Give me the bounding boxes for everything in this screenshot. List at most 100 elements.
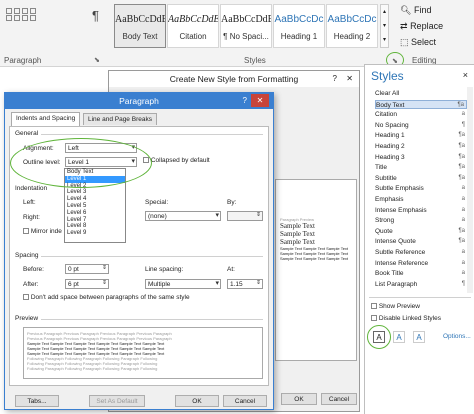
style-item[interactable]: Citation a xyxy=(375,110,467,119)
outline-option[interactable]: Level 4 xyxy=(65,196,125,203)
options-link[interactable]: Options... xyxy=(443,333,471,340)
style-gallery-heading-2[interactable]: AaBbCcDc Heading 2 xyxy=(326,4,378,48)
outline-option[interactable]: Level 6 xyxy=(65,210,125,217)
tab-line-page-breaks[interactable]: Line and Page Breaks xyxy=(83,113,157,125)
style-item[interactable]: Title ¶a xyxy=(375,163,467,172)
style-item-label: Strong xyxy=(375,217,395,225)
style-item-label: Subtle Emphasis xyxy=(375,185,424,193)
style-item[interactable]: Quote ¶a xyxy=(375,227,467,236)
style-item[interactable]: Subtitle ¶a xyxy=(375,174,467,183)
replace-button[interactable]: ⇄ Replace xyxy=(400,21,443,32)
style-item-label: List Paragraph xyxy=(375,280,418,288)
style-type-icon: a xyxy=(461,249,465,255)
dont-add-space-checkbox[interactable]: Don't add space between paragraphs of th… xyxy=(23,294,190,301)
style-item[interactable]: Heading 1 ¶a xyxy=(375,131,467,140)
style-item[interactable]: Subtle Emphasis a xyxy=(375,184,467,193)
set-as-default-button[interactable]: Set As Default xyxy=(89,395,145,407)
tab-indents-spacing[interactable]: Indents and Spacing xyxy=(11,112,81,126)
style-item[interactable]: Clear All xyxy=(375,89,467,98)
style-type-icon: ¶a xyxy=(458,132,465,139)
close-icon[interactable]: ✕ xyxy=(251,94,269,107)
select-icon: ⬚ xyxy=(400,37,409,47)
outline-option[interactable]: Level 9 xyxy=(65,230,125,237)
style-item[interactable]: Intense Reference a xyxy=(375,259,467,268)
style-item-label: Title xyxy=(375,164,388,172)
styles-pane: Styles × Clear All Body Text ¶a Citation a No… xyxy=(364,64,474,414)
style-item[interactable]: Intense Emphasis a xyxy=(375,206,467,215)
after-input[interactable]: 6 pt xyxy=(65,279,109,289)
tabs-button[interactable]: Tabs... xyxy=(15,395,59,407)
special-select[interactable]: (none) xyxy=(145,211,221,221)
preview-sample-3: Sample Text xyxy=(280,238,315,246)
style-item[interactable]: Emphasis a xyxy=(375,195,467,204)
help-button[interactable]: ? xyxy=(243,96,247,105)
pilcrow-button[interactable]: ¶ xyxy=(92,8,99,23)
style-item[interactable]: Strong a xyxy=(375,216,467,225)
create-style-title: Create New Style from Formatting xyxy=(109,71,359,87)
outline-option[interactable]: Level 3 xyxy=(65,189,125,196)
style-gallery-heading-1[interactable]: AaBbCcDc Heading 1 xyxy=(273,4,325,48)
checkbox-icon xyxy=(23,228,29,235)
replace-icon: ⇄ xyxy=(400,21,408,31)
shading-icon[interactable] xyxy=(21,15,28,22)
mirror-indents-checkbox[interactable]: Mirror inde xyxy=(23,228,62,235)
style-item[interactable]: Heading 2 ¶a xyxy=(375,142,467,151)
disable-linked-checkbox[interactable]: Disable Linked Styles xyxy=(371,315,441,322)
style-item[interactable]: Intense Quote ¶a xyxy=(375,237,467,246)
style-inspector-icon[interactable]: A xyxy=(393,331,405,343)
checkbox-icon xyxy=(371,315,377,322)
gallery-scroll[interactable]: ▴ ▾ ▾ xyxy=(380,4,389,48)
find-button[interactable]: 🔍︎ Find xyxy=(400,5,431,16)
show-preview-checkbox[interactable]: Show Preview xyxy=(371,303,420,310)
collapsed-checkbox[interactable]: Collapsed by default xyxy=(143,157,210,164)
before-input[interactable]: 0 pt xyxy=(65,264,109,274)
preview-heading: Preview xyxy=(15,315,39,322)
style-item[interactable]: Book Title a xyxy=(375,269,467,278)
paragraph-cancel-button[interactable]: Cancel xyxy=(223,395,267,407)
style-gallery-body-text[interactable]: AaBbCcDdE Body Text xyxy=(114,4,166,48)
align-center-icon[interactable] xyxy=(13,15,20,22)
outline-option[interactable]: Level 5 xyxy=(65,203,125,210)
paragraph-tools xyxy=(6,8,86,38)
style-item-label: Quote xyxy=(375,227,393,235)
style-type-icon: a xyxy=(461,111,465,118)
help-button[interactable]: ? xyxy=(333,74,337,83)
style-item[interactable]: Subtle Reference a xyxy=(375,248,467,257)
manage-styles-icon[interactable]: A xyxy=(413,331,425,343)
style-type-icon: a xyxy=(461,206,465,213)
style-item[interactable]: List Paragraph ¶ xyxy=(375,280,467,289)
borders-icon[interactable] xyxy=(29,15,36,22)
line-spacing-select[interactable]: Multiple xyxy=(145,279,221,289)
checkbox-icon xyxy=(371,303,377,310)
styles-pane-title: Styles xyxy=(371,69,404,83)
select-button[interactable]: ⬚ Select xyxy=(400,37,436,48)
style-gallery-citation[interactable]: AaBbCcDdEe Citation xyxy=(167,4,219,48)
by-input[interactable] xyxy=(227,211,263,221)
styles-pane-close-icon[interactable]: × xyxy=(463,70,468,80)
style-item[interactable]: Body Text ¶a xyxy=(375,99,467,109)
paragraph-group-label: Paragraph xyxy=(4,56,42,65)
close-icon[interactable]: ✕ xyxy=(346,74,353,83)
outdent-icon[interactable] xyxy=(29,8,36,15)
create-style-ok-button[interactable]: OK xyxy=(281,393,317,405)
checkbox-icon xyxy=(23,294,29,301)
indent-icon[interactable] xyxy=(21,8,28,15)
style-item[interactable]: No Spacing ¶ xyxy=(375,121,467,130)
numbering-icon[interactable] xyxy=(13,8,20,15)
style-preview-area: Paragraph Preview Sample Text Sample Tex… xyxy=(275,179,357,361)
paragraph-launcher-icon[interactable]: ⬊ xyxy=(94,56,100,64)
style-type-icon: ¶a xyxy=(458,164,465,171)
outline-option[interactable]: Level 8 xyxy=(65,223,125,230)
style-item-label: Intense Reference xyxy=(375,259,429,267)
create-style-cancel-button[interactable]: Cancel xyxy=(321,393,357,405)
paragraph-ok-button[interactable]: OK xyxy=(175,395,219,407)
style-item-label: Citation xyxy=(375,111,398,119)
align-left-icon[interactable] xyxy=(6,15,12,22)
at-input[interactable]: 1.15 xyxy=(227,279,263,289)
style-gallery-no-spacing[interactable]: AaBbCcDdEe ¶ No Spaci... xyxy=(220,4,272,48)
styles-scrollbar[interactable] xyxy=(467,87,473,293)
style-type-icon: ¶a xyxy=(458,143,465,149)
outline-option[interactable]: Level 7 xyxy=(65,217,125,224)
bullets-icon[interactable] xyxy=(6,8,12,15)
style-item[interactable]: Heading 3 ¶a xyxy=(375,153,467,162)
